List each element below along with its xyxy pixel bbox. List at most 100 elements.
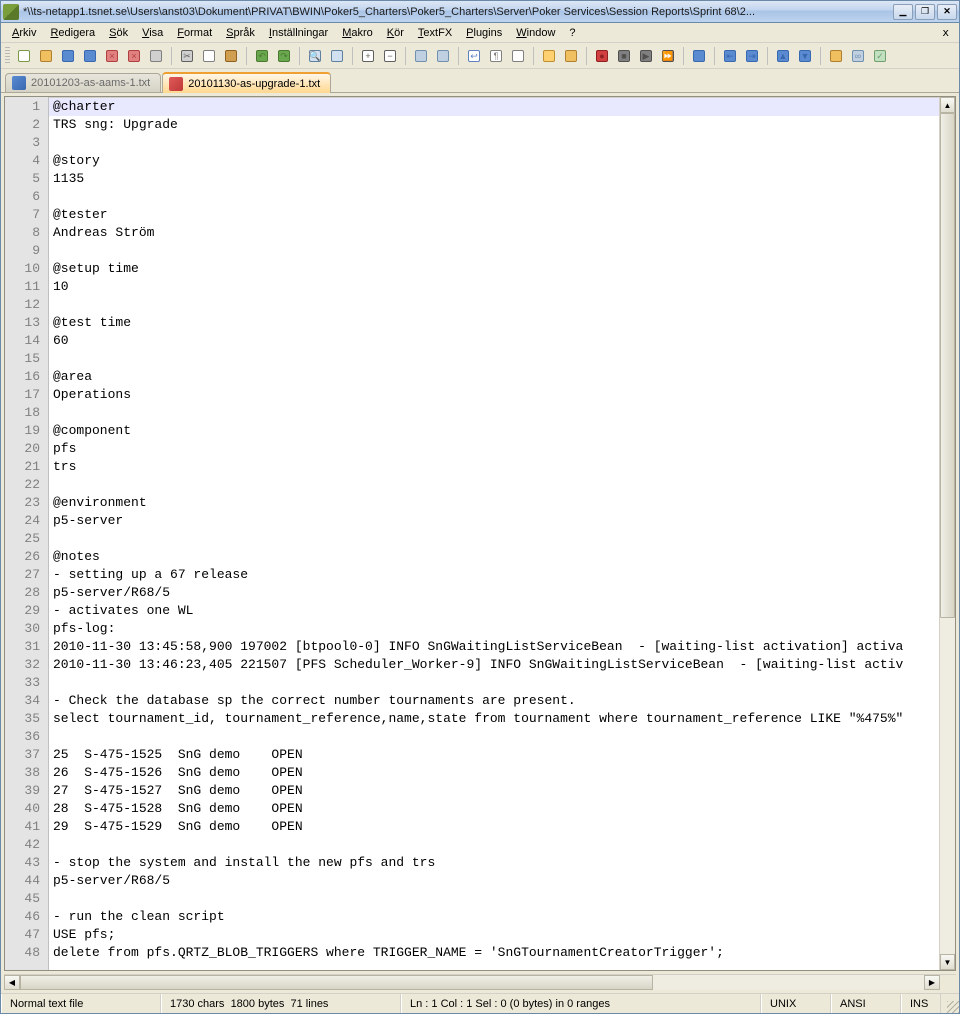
code-line[interactable]: 27 S-475-1527 SnG demo OPEN — [49, 782, 939, 800]
open-button[interactable] — [36, 46, 56, 66]
code-line[interactable] — [49, 890, 939, 908]
wrap-button[interactable]: ↩ — [464, 46, 484, 66]
code-line[interactable] — [49, 404, 939, 422]
new-button[interactable] — [14, 46, 34, 66]
code-line[interactable]: @tester — [49, 206, 939, 224]
vertical-scrollbar[interactable]: ▲ ▼ — [939, 97, 955, 970]
sync-h-button[interactable] — [433, 46, 453, 66]
code-line[interactable]: p5-server/R68/5 — [49, 584, 939, 602]
menu-format[interactable]: Format — [170, 25, 219, 41]
code-line[interactable]: USE pfs; — [49, 926, 939, 944]
code-line[interactable]: TRS sng: Upgrade — [49, 116, 939, 134]
expand-button[interactable]: ▼ — [795, 46, 815, 66]
code-line[interactable]: delete from pfs.QRTZ_BLOB_TRIGGERS where… — [49, 944, 939, 962]
print-button[interactable] — [146, 46, 166, 66]
horizontal-scrollbar[interactable]: ◀ ▶ — [4, 974, 956, 990]
sync-v-button[interactable] — [411, 46, 431, 66]
indent-guide-button[interactable] — [508, 46, 528, 66]
vscroll-track[interactable] — [940, 113, 955, 954]
code-line[interactable]: 10 — [49, 278, 939, 296]
save-button[interactable] — [58, 46, 78, 66]
stop-button[interactable]: ■ — [614, 46, 634, 66]
replace-button[interactable] — [327, 46, 347, 66]
code-line[interactable]: - run the clean script — [49, 908, 939, 926]
code-line[interactable]: - Check the database sp the correct numb… — [49, 692, 939, 710]
record-button[interactable]: ● — [592, 46, 612, 66]
redo-button[interactable]: ↷ — [274, 46, 294, 66]
code-line[interactable]: @test time — [49, 314, 939, 332]
menu-window[interactable]: Window — [509, 25, 562, 41]
code-line[interactable]: 25 S-475-1525 SnG demo OPEN — [49, 746, 939, 764]
scroll-down-button[interactable]: ▼ — [940, 954, 955, 970]
outdent-button[interactable]: ⇤ — [720, 46, 740, 66]
menu-inställningar[interactable]: Inställningar — [262, 25, 335, 41]
lang-button[interactable] — [539, 46, 559, 66]
code-line[interactable]: p5-server — [49, 512, 939, 530]
vscroll-thumb[interactable] — [940, 113, 955, 618]
code-line[interactable]: pfs-log: — [49, 620, 939, 638]
code-line[interactable]: Andreas Ström — [49, 224, 939, 242]
code-area[interactable]: @charterTRS sng: Upgrade @story1135 @teste… — [49, 97, 939, 970]
close-all-button[interactable]: × — [124, 46, 144, 66]
zoom-out-button[interactable]: − — [380, 46, 400, 66]
menu-kör[interactable]: Kör — [380, 25, 411, 41]
hscroll-thumb[interactable] — [20, 975, 653, 990]
code-line[interactable]: 29 S-475-1529 SnG demo OPEN — [49, 818, 939, 836]
code-line[interactable]: 2010-11-30 13:45:58,900 197002 [btpool0-… — [49, 638, 939, 656]
code-line[interactable]: 26 S-475-1526 SnG demo OPEN — [49, 764, 939, 782]
code-line[interactable]: pfs — [49, 440, 939, 458]
scroll-up-button[interactable]: ▲ — [940, 97, 955, 113]
doc-close-button[interactable]: x — [936, 24, 955, 41]
save-macro-button[interactable] — [689, 46, 709, 66]
code-line[interactable]: @setup time — [49, 260, 939, 278]
close-button[interactable]: × — [102, 46, 122, 66]
code-line[interactable]: 60 — [49, 332, 939, 350]
code-line[interactable]: select tournament_id, tournament_referen… — [49, 710, 939, 728]
menu-textfx[interactable]: TextFX — [411, 25, 459, 41]
code-line[interactable] — [49, 188, 939, 206]
code-line[interactable]: @environment — [49, 494, 939, 512]
save-all-button[interactable] — [80, 46, 100, 66]
scroll-left-button[interactable]: ◀ — [4, 975, 20, 990]
folder-button[interactable] — [561, 46, 581, 66]
menu-visa[interactable]: Visa — [135, 25, 170, 41]
menu-arkiv[interactable]: Arkiv — [5, 25, 43, 41]
code-line[interactable] — [49, 134, 939, 152]
menu-makro[interactable]: Makro — [335, 25, 380, 41]
resize-grip[interactable] — [941, 994, 959, 1013]
link-button[interactable]: ∞ — [848, 46, 868, 66]
menu-plugins[interactable]: Plugins — [459, 25, 509, 41]
code-line[interactable] — [49, 728, 939, 746]
toolbar-handle[interactable] — [5, 47, 10, 65]
paste-button[interactable] — [221, 46, 241, 66]
code-line[interactable] — [49, 296, 939, 314]
code-line[interactable]: @charter — [49, 98, 939, 116]
code-line[interactable]: @area — [49, 368, 939, 386]
code-line[interactable]: Operations — [49, 386, 939, 404]
code-line[interactable]: - setting up a 67 release — [49, 566, 939, 584]
scroll-right-button[interactable]: ▶ — [924, 975, 940, 990]
copy-button[interactable] — [199, 46, 219, 66]
code-line[interactable]: - stop the system and install the new pf… — [49, 854, 939, 872]
menu-redigera[interactable]: Redigera — [43, 25, 102, 41]
code-line[interactable]: @story — [49, 152, 939, 170]
play-button[interactable]: ▶ — [636, 46, 656, 66]
code-line[interactable]: p5-server/R68/5 — [49, 872, 939, 890]
code-line[interactable]: 1135 — [49, 170, 939, 188]
minimize-button[interactable]: ▁ — [893, 4, 913, 20]
undo-button[interactable]: ↶ — [252, 46, 272, 66]
restore-button[interactable]: ❐ — [915, 4, 935, 20]
hscroll-track[interactable] — [20, 975, 924, 990]
code-line[interactable]: 2010-11-30 13:46:23,405 221507 [PFS Sche… — [49, 656, 939, 674]
play-multi-button[interactable]: ⏩ — [658, 46, 678, 66]
tab-1[interactable]: 20101130-as-upgrade-1.txt — [162, 72, 331, 93]
spell-button[interactable]: ✓ — [870, 46, 890, 66]
code-line[interactable]: trs — [49, 458, 939, 476]
code-line[interactable]: @component — [49, 422, 939, 440]
code-line[interactable]: @notes — [49, 548, 939, 566]
menu-språk[interactable]: Språk — [219, 25, 262, 41]
code-line[interactable] — [49, 674, 939, 692]
invisible-button[interactable]: ¶ — [486, 46, 506, 66]
tab-0[interactable]: 20101203-as-aams-1.txt — [5, 73, 161, 92]
code-line[interactable] — [49, 350, 939, 368]
